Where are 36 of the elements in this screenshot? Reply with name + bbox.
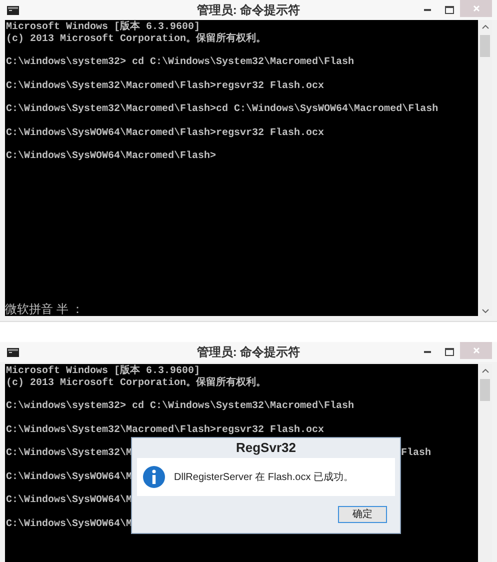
scrollbar-thumb[interactable] <box>480 35 490 57</box>
minimize-icon <box>424 9 430 11</box>
minimize-icon <box>424 351 430 353</box>
close-icon <box>472 347 480 354</box>
maximize-icon <box>444 6 454 14</box>
console-text: C:\Windows\SysWOW64\Macromed\Flash>regsvr32 Flash.ocx <box>6 128 324 140</box>
close-icon <box>472 5 480 12</box>
console-text: C:\windows\system32> cd C:\Windows\System32\Macromed\Flash <box>6 57 354 69</box>
console-text: (c) 2013 Microsoft Corporation。保留所有权利。 <box>6 378 266 389</box>
console-text: C:\Windows\System32\Macromed\Flash>regsvr32 Flash.ocx <box>6 424 324 436</box>
scroll-up-icon <box>482 25 488 29</box>
window-title: 管理员: 命令提示符 <box>196 2 300 19</box>
maximize-icon <box>444 348 454 356</box>
console-text: C:\Windows\SysWOW64\M <box>6 495 132 507</box>
info-icon <box>143 466 165 488</box>
console-text: C:\Windows\SysWOW64\M <box>6 472 132 484</box>
console-icon <box>7 348 19 356</box>
console-text: C:\Windows\System32\Macromed\Flash>regsvr32 Flash.ocx <box>6 80 324 92</box>
dialog-title: RegSvr32 <box>235 439 297 458</box>
scroll-up-icon <box>482 369 488 373</box>
scroll-down-icon <box>482 309 488 313</box>
window-title: 管理员: 命令提示符 <box>196 344 300 361</box>
console-text: Microsoft Windows [版本 6.3.9600] <box>6 22 200 33</box>
console-text: (c) 2013 Microsoft Corporation。保留所有权利。 <box>6 34 266 45</box>
console-text: C:\Windows\System32\M <box>6 448 132 460</box>
console-text: Microsoft Windows [版本 6.3.9600] <box>6 366 200 377</box>
ime-status: 微软拼音 半 ： <box>5 302 84 316</box>
console-text: Flash <box>401 448 432 460</box>
console-text: C:\Windows\System32\Macromed\Flash>cd C:\Windows\SysWOW64\Macromed\Flash <box>6 104 438 116</box>
console-text: C:\windows\system32> cd C:\Windows\System32\Macromed\Flash <box>6 401 354 413</box>
scrollbar-thumb[interactable] <box>480 379 490 401</box>
ok-button[interactable]: 确定 <box>338 506 387 523</box>
console-icon <box>7 6 19 14</box>
console-text: C:\Windows\SysWOW64\Macromed\Flash> <box>6 151 216 163</box>
dialog-message: DllRegisterServer 在 Flash.ocx 已成功。 <box>174 470 354 484</box>
console-text: C:\Windows\SysWOW64\M <box>6 518 132 530</box>
